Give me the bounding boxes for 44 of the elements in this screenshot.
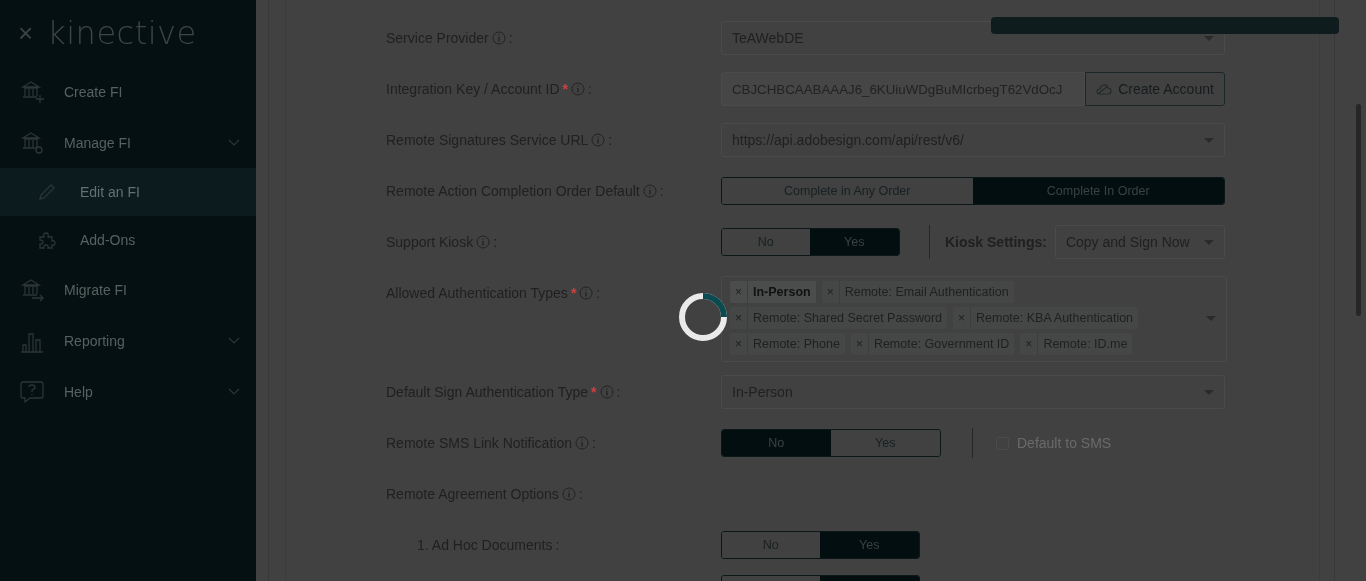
bank-arrow-icon — [20, 277, 44, 302]
info-icon[interactable] — [561, 487, 576, 502]
info-icon[interactable] — [591, 133, 606, 147]
puzzle-icon — [38, 231, 56, 249]
info-icon[interactable] — [574, 436, 589, 451]
help-icon — [20, 379, 44, 404]
label-colon: : — [591, 435, 596, 452]
sidebar-item[interactable]: Migrate FI — [0, 264, 256, 315]
info-icon[interactable] — [579, 286, 594, 300]
scrollbar-thumb[interactable] — [1356, 104, 1361, 316]
info-icon[interactable] — [491, 31, 506, 45]
info-icon[interactable] — [642, 184, 657, 198]
label-colon: : — [508, 30, 513, 46]
sidebar-item[interactable]: Reporting — [0, 315, 256, 366]
bank-plus-icon — [20, 79, 44, 104]
sidebar-item[interactable]: Add-Ons — [0, 216, 256, 264]
selected-tag: × In-Person — [730, 281, 816, 303]
bank-gear-icon — [20, 130, 44, 155]
pencil-icon — [38, 183, 56, 201]
toggle-option[interactable]: Yes — [809, 229, 899, 255]
sidebar-item[interactable]: Edit an FI — [0, 168, 256, 216]
label-colon: : — [493, 234, 498, 250]
logo: kinective — [47, 14, 197, 52]
info-icon[interactable] — [599, 385, 614, 400]
sidebar-item[interactable]: Manage FI — [0, 117, 256, 168]
label-colon: : — [555, 537, 560, 554]
info-icon[interactable] — [476, 235, 491, 249]
toggle-option[interactable]: No — [722, 430, 831, 457]
label-colon: : — [608, 132, 613, 148]
info-icon[interactable] — [571, 82, 585, 96]
sidebar-item[interactable]: Create FI — [0, 66, 256, 117]
toggle-option[interactable]: Yes — [819, 532, 919, 559]
label-colon: : — [616, 384, 621, 401]
cloud-icon — [1096, 83, 1113, 95]
required-asterisk: * — [591, 384, 597, 401]
label-colon: : — [588, 81, 592, 97]
label-colon: : — [659, 183, 664, 199]
label-colon: : — [578, 486, 583, 503]
sidebar-item[interactable]: Help — [0, 366, 256, 417]
label-colon: : — [596, 285, 601, 301]
required-asterisk: * — [562, 81, 568, 97]
toggle-option[interactable]: Complete In Order — [972, 178, 1224, 204]
required-asterisk: * — [570, 285, 577, 301]
close-icon[interactable]: × — [18, 20, 34, 46]
